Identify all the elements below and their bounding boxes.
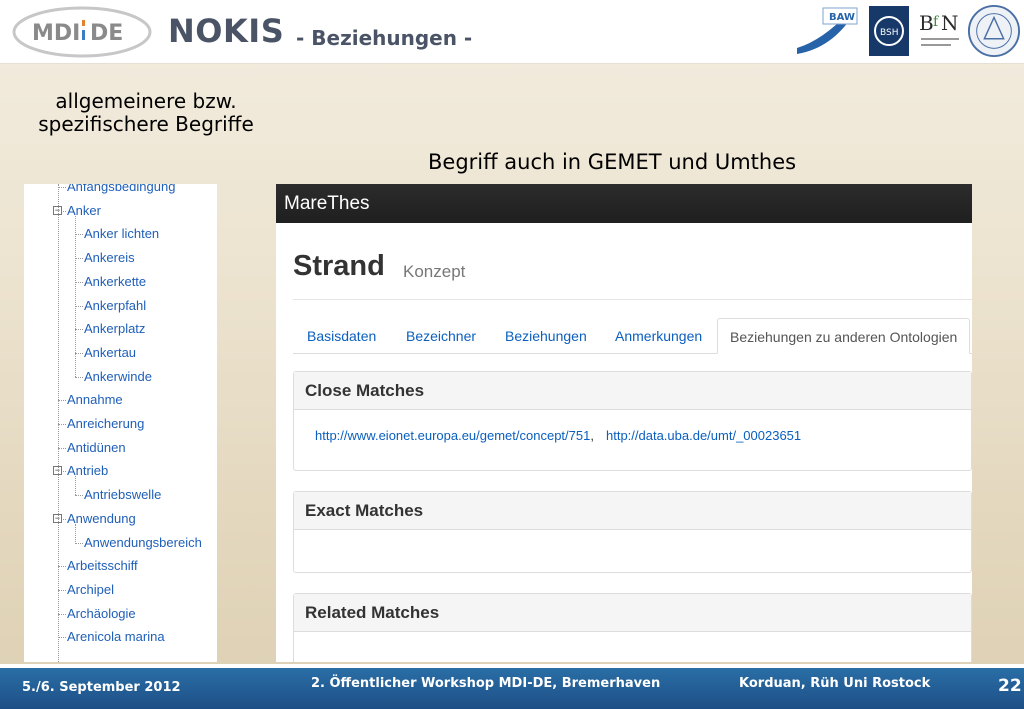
tree-branch-line bbox=[75, 523, 76, 543]
footer-date: 5./6. September 2012 bbox=[22, 680, 181, 695]
tab-bezeichner[interactable]: Bezeichner bbox=[406, 318, 476, 354]
caption-broader-narrower: allgemeinere bzw. spezifischere Begriffe bbox=[38, 89, 254, 136]
page-number: 22 bbox=[998, 676, 1022, 696]
marethes-title-bar: MareThes bbox=[276, 184, 972, 223]
slide-footer: 5./6. September 2012 2. Öffentlicher Wor… bbox=[0, 664, 1024, 709]
bsh-logo: BSH bbox=[869, 6, 909, 56]
exact-matches-section: Exact Matches bbox=[293, 491, 972, 573]
tree-connector bbox=[75, 376, 83, 378]
tree-connector bbox=[75, 352, 83, 354]
tree-connector bbox=[58, 613, 66, 615]
close-matches-body: http://www.eionet.europa.eu/gemet/concep… bbox=[294, 410, 971, 443]
tree-item[interactable]: Ankerpfahl bbox=[84, 297, 146, 315]
tree-item[interactable]: Ankereis bbox=[84, 249, 135, 267]
tree-branch-line bbox=[75, 215, 76, 377]
tree-item[interactable]: Ankerkette bbox=[84, 273, 146, 291]
term-heading: Strand bbox=[293, 250, 385, 282]
gemet-link[interactable]: http://www.eionet.europa.eu/gemet/concep… bbox=[315, 428, 590, 443]
tree-connector bbox=[58, 187, 66, 188]
tab-basisdaten[interactable]: Basisdaten bbox=[307, 318, 376, 354]
related-matches-section: Related Matches bbox=[293, 593, 972, 662]
slide-header: MDI DE NOKIS - Beziehungen - BAW BSH B f… bbox=[0, 0, 1024, 64]
marethes-window: MareThes Strand Konzept Basisdaten Bezei… bbox=[276, 184, 972, 662]
tree-branch-line bbox=[75, 476, 76, 496]
tree-connector bbox=[75, 305, 83, 307]
svg-text:N: N bbox=[941, 11, 959, 35]
related-matches-heading: Related Matches bbox=[294, 594, 971, 632]
exact-matches-heading: Exact Matches bbox=[294, 492, 971, 530]
tree-item[interactable]: Anwendung bbox=[67, 510, 136, 528]
tree-connector bbox=[58, 400, 66, 402]
footer-authors: Korduan, Rüh Uni Rostock bbox=[739, 676, 931, 691]
tree-connector bbox=[58, 566, 66, 568]
tree-item[interactable]: Annahme bbox=[67, 391, 123, 409]
tree-item[interactable]: Anreicherung bbox=[67, 415, 144, 433]
tree-item[interactable]: Ankerwinde bbox=[84, 368, 152, 386]
slide-subtitle: - Beziehungen - bbox=[296, 26, 473, 50]
tree-connector bbox=[58, 637, 66, 639]
tree-item[interactable]: Anwendungsbereich bbox=[84, 534, 202, 552]
svg-text:B: B bbox=[919, 11, 934, 35]
tree-connector bbox=[75, 234, 83, 236]
tab-beziehungen[interactable]: Beziehungen bbox=[505, 318, 587, 354]
tree-item[interactable]: Ankertau bbox=[84, 344, 136, 362]
close-matches-heading: Close Matches bbox=[294, 372, 971, 410]
tree-connector bbox=[58, 424, 66, 425]
tree-connector bbox=[58, 589, 66, 591]
slide-title: NOKIS bbox=[168, 12, 285, 50]
bfn-logo: B f N bbox=[919, 11, 959, 46]
tab-beziehungen-ontologien[interactable]: Beziehungen zu anderen Ontologien bbox=[717, 318, 971, 354]
tree-item[interactable]: Antidünen bbox=[67, 439, 126, 457]
tab-bar: Basisdaten Bezeichner Beziehungen Anmerk… bbox=[293, 318, 972, 354]
tree-connector bbox=[75, 542, 83, 544]
tree-item[interactable]: Anfangsbedingung bbox=[67, 184, 175, 196]
tree-connector bbox=[75, 258, 83, 260]
tree-connector bbox=[75, 495, 83, 497]
close-matches-section: Close Matches http://www.eionet.europa.e… bbox=[293, 371, 972, 471]
tree-item[interactable]: Arbeitsschiff bbox=[67, 557, 138, 575]
umthes-link[interactable]: http://data.uba.de/umt/_00023651 bbox=[606, 428, 801, 443]
baw-logo: BAW bbox=[797, 7, 858, 54]
tree-connector bbox=[58, 447, 66, 449]
svg-text:BSH: BSH bbox=[880, 28, 899, 38]
link-separator: , bbox=[590, 428, 594, 443]
mdi-de-logo: MDI DE bbox=[12, 6, 152, 58]
tree-item[interactable]: Anker bbox=[67, 202, 101, 220]
tab-anmerkungen[interactable]: Anmerkungen bbox=[615, 318, 702, 354]
tree-connector bbox=[75, 329, 83, 331]
footer-event: 2. Öffentlicher Workshop MDI-DE, Bremerh… bbox=[311, 676, 661, 691]
tree-trunk-line bbox=[58, 184, 59, 662]
tree-item[interactable]: Ankerplatz bbox=[84, 320, 145, 338]
svg-text:BAW: BAW bbox=[829, 12, 855, 23]
caption-gemet-umthes: Begriff auch in GEMET und Umthes bbox=[428, 150, 797, 174]
tree-item[interactable]: Archipel bbox=[67, 581, 114, 599]
tree-connector bbox=[75, 281, 83, 283]
tree-item[interactable]: Arenicola marina bbox=[67, 628, 165, 646]
divider bbox=[293, 299, 972, 300]
tree-item[interactable]: Archäologie bbox=[67, 605, 136, 623]
tree-item[interactable]: Antriebswelle bbox=[84, 486, 161, 504]
svg-text:DE: DE bbox=[90, 21, 123, 46]
svg-text:MDI: MDI bbox=[32, 21, 80, 46]
tree-item[interactable]: Anker lichten bbox=[84, 225, 159, 243]
tree-item[interactable]: Antrieb bbox=[67, 462, 108, 480]
thesaurus-tree: Anfangsbedingung Anker − Anker lichten Anker… bbox=[24, 184, 217, 662]
svg-text:f: f bbox=[933, 14, 940, 30]
uni-rostock-seal bbox=[967, 4, 1021, 58]
term-kind: Konzept bbox=[403, 262, 466, 281]
